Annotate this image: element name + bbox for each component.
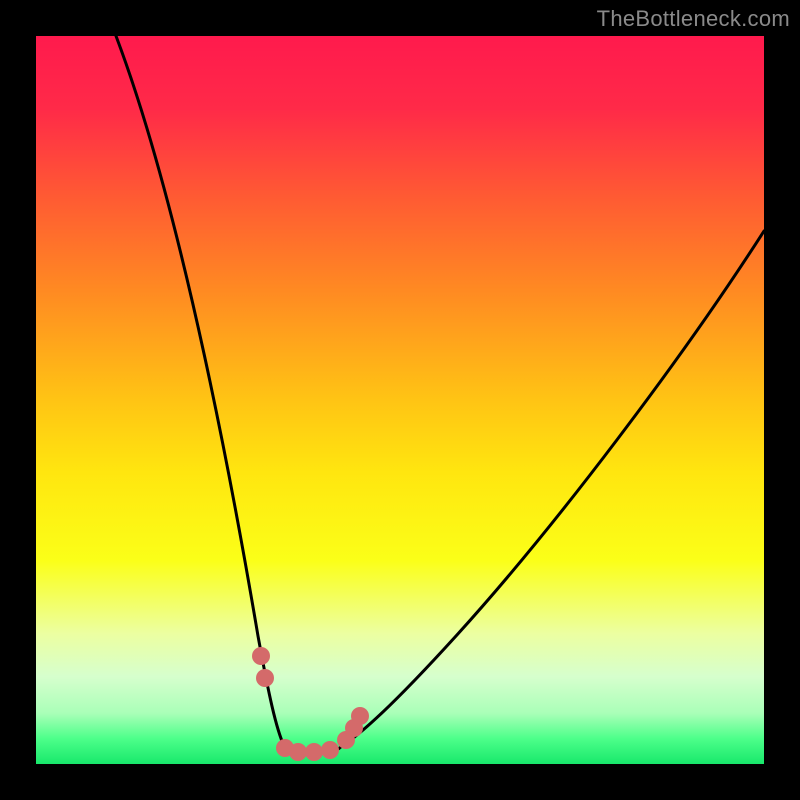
- chart-frame: TheBottleneck.com: [0, 0, 800, 800]
- watermark-text: TheBottleneck.com: [597, 6, 790, 32]
- heat-gradient: [36, 36, 764, 764]
- gradient-rect: [36, 36, 764, 764]
- plot-area: [36, 36, 764, 764]
